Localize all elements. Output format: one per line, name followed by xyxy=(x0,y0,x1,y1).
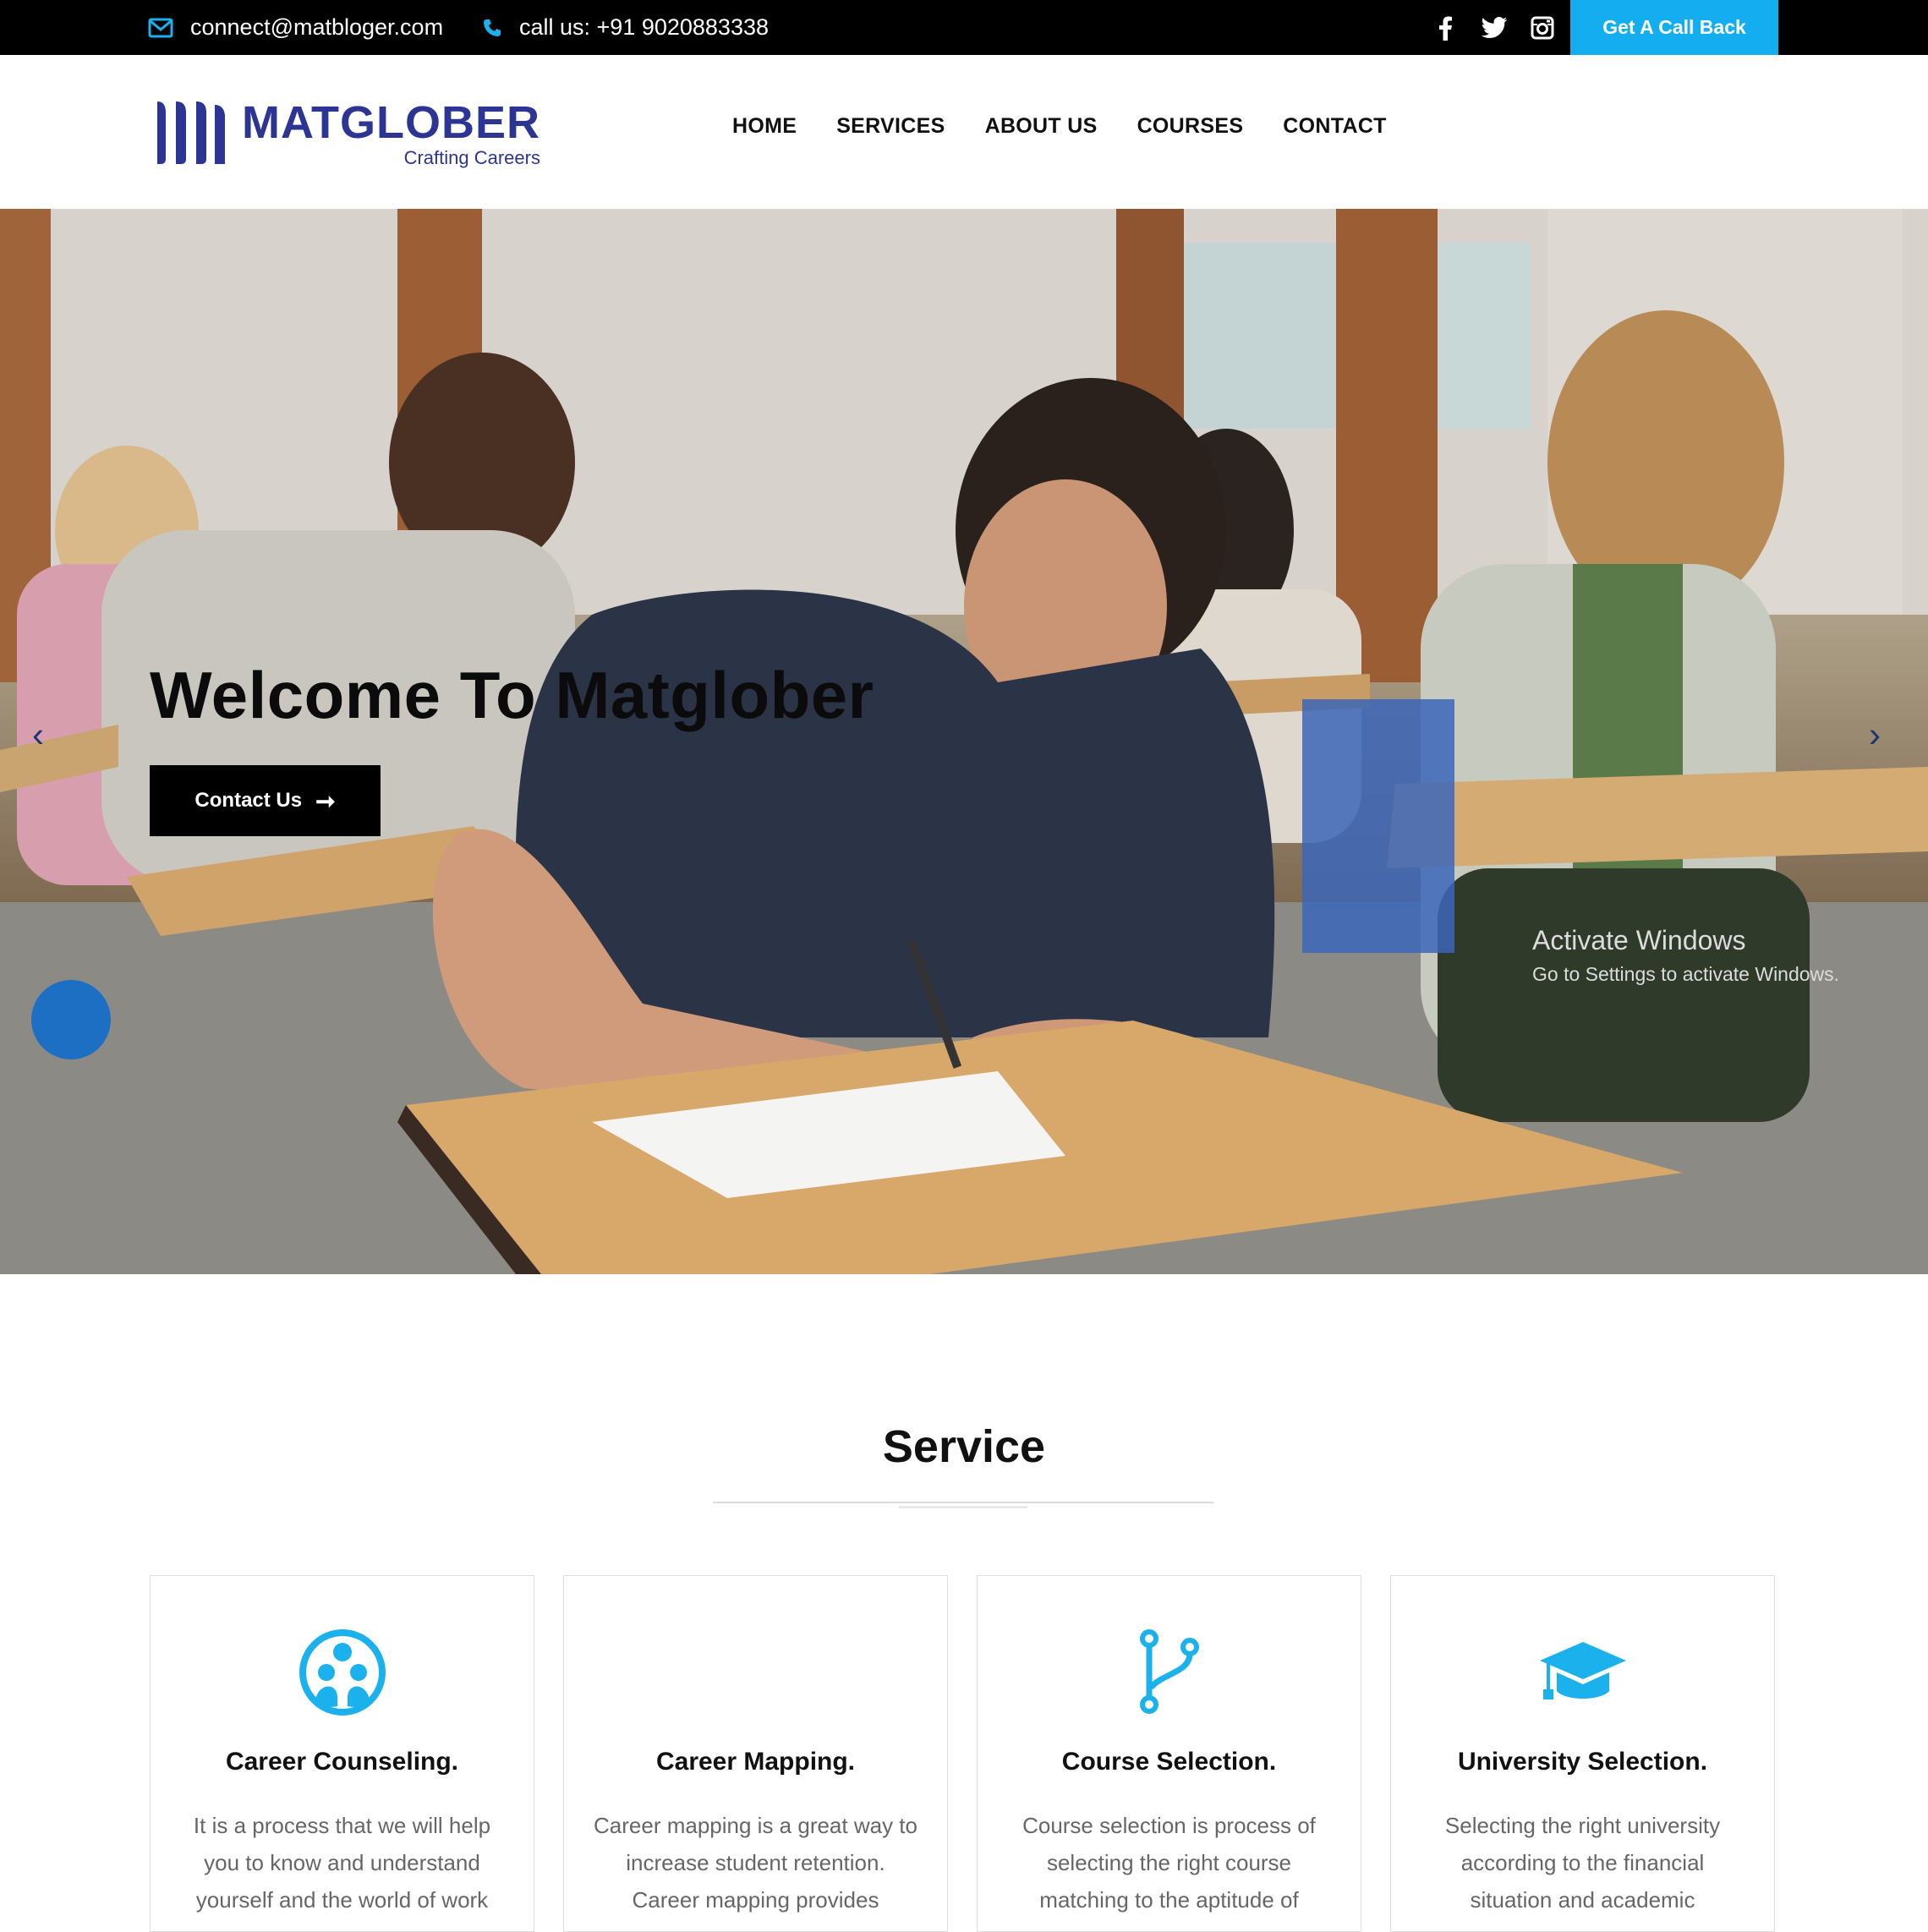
people-circle-icon xyxy=(151,1628,534,1721)
logo-mark-icon xyxy=(157,101,225,164)
main-nav: HOME SERVICES ABOUT US COURSES CONTACT xyxy=(732,114,1387,139)
card-title: Course Selection. xyxy=(1061,1748,1277,1776)
facebook-icon[interactable] xyxy=(1438,0,1453,55)
logo[interactable]: MATGLOBER Crafting Careers xyxy=(154,100,540,169)
get-call-back-button[interactable]: Get A Call Back xyxy=(1570,0,1778,55)
logo-tagline: Crafting Careers xyxy=(403,147,540,168)
hero-background-image xyxy=(0,209,1928,1274)
card-text: Selecting the right university according… xyxy=(1444,1813,1721,1913)
windows-activation-watermark: Activate Windows Go to Settings to activ… xyxy=(1532,925,1839,986)
nav-home[interactable]: HOME xyxy=(732,114,797,139)
top-bar: connect@matbloger.com call us: +91 90208… xyxy=(0,0,1928,55)
service-card-career-counseling[interactable]: Career Counseling. It is a process that … xyxy=(150,1575,534,1932)
service-card-university-selection[interactable]: University Selection. Selecting the righ… xyxy=(1390,1575,1775,1932)
phone-icon xyxy=(482,18,502,38)
card-title: Career Mapping. xyxy=(655,1748,856,1776)
card-text: It is a process that we will help you to… xyxy=(193,1813,491,1913)
arrow-right-icon: ➞ xyxy=(315,787,336,814)
twitter-icon[interactable] xyxy=(1482,0,1507,55)
phone-text: call us: +91 9020883338 xyxy=(519,14,769,40)
card-title: Career Counseling. xyxy=(225,1748,459,1776)
card-title: University Selection. xyxy=(1457,1748,1708,1776)
nav-courses[interactable]: COURSES xyxy=(1137,114,1244,139)
nav-about-us[interactable]: ABOUT US xyxy=(985,114,1098,139)
section-divider-accent xyxy=(899,1506,1027,1508)
email-contact[interactable]: connect@matbloger.com xyxy=(148,0,443,55)
branch-icon xyxy=(978,1628,1361,1721)
nav-services[interactable]: SERVICES xyxy=(836,114,945,139)
hero-title: Welcome To Matglober xyxy=(150,658,874,732)
phone-contact[interactable]: call us: +91 9020883338 xyxy=(482,0,769,55)
hero-slider: Welcome To Matglober Contact Us ➞ ‹ › Ac… xyxy=(0,209,1928,1274)
service-card-course-selection[interactable]: Course Selection. Course selection is pr… xyxy=(977,1575,1361,1932)
service-card-career-mapping[interactable]: Career Mapping. Career mapping is a grea… xyxy=(563,1575,948,1932)
card-text: Career mapping is a great way to increas… xyxy=(594,1813,917,1913)
contact-us-button[interactable]: Contact Us ➞ xyxy=(150,765,381,836)
section-divider xyxy=(713,1502,1213,1503)
nav-contact[interactable]: CONTACT xyxy=(1283,114,1386,139)
graduation-cap-icon xyxy=(1391,1628,1774,1721)
slider-next-arrow[interactable]: › xyxy=(1869,714,1881,755)
watermark-subtitle: Go to Settings to activate Windows. xyxy=(1532,963,1840,985)
service-section-title: Service xyxy=(882,1421,1046,1472)
email-text: connect@matbloger.com xyxy=(190,14,444,40)
contact-us-label: Contact Us xyxy=(194,789,303,812)
instagram-icon[interactable] xyxy=(1531,0,1554,55)
envelope-icon xyxy=(148,18,173,38)
slider-prev-arrow[interactable]: ‹ xyxy=(32,714,44,755)
chat-widget-icon[interactable] xyxy=(31,980,111,1059)
watermark-title: Activate Windows xyxy=(1532,925,1746,955)
logo-name: MATGLOBER xyxy=(242,97,540,148)
card-text: Course selection is process of selecting… xyxy=(1022,1813,1316,1913)
